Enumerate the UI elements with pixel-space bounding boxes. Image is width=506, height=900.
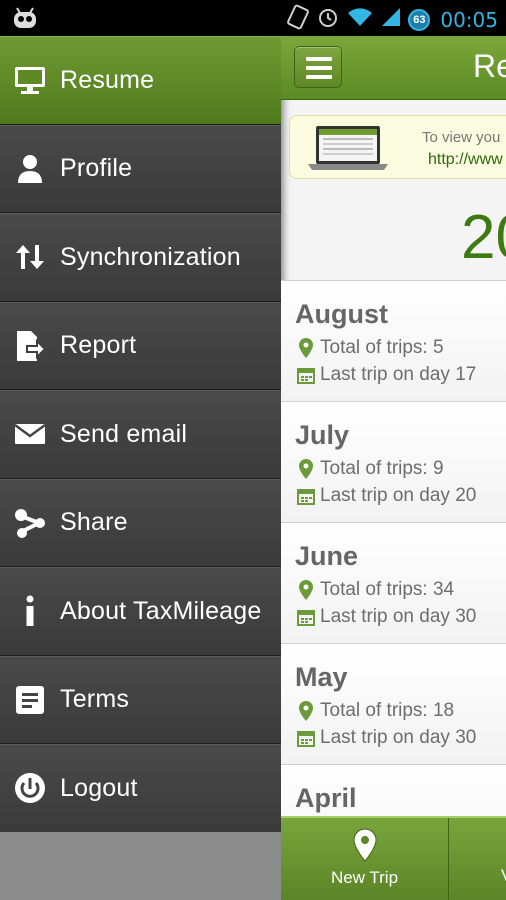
menu-toggle-button[interactable] xyxy=(294,46,342,88)
last-trip-row: Last trip on day 30 xyxy=(295,727,476,749)
trips-count: Total of trips: 18 xyxy=(320,700,455,721)
tab-label: New Trip xyxy=(330,868,399,887)
person-icon xyxy=(14,153,46,185)
page-title: Re xyxy=(473,48,506,84)
month-name: April xyxy=(295,783,357,813)
trips-count-row: Total of trips: 34 xyxy=(295,579,454,601)
last-trip-day: Last trip on day 30 xyxy=(320,727,477,748)
calendar-icon xyxy=(295,366,317,384)
trips-count: Total of trips: 34 xyxy=(320,579,455,600)
menu-label: Logout xyxy=(60,773,138,802)
last-trip-day: Last trip on day 17 xyxy=(320,364,477,385)
menu-item-send-email[interactable]: Send email xyxy=(0,390,281,479)
last-trip-row: Last trip on day 17 xyxy=(295,364,476,386)
menu-item-report[interactable]: Report xyxy=(0,301,281,390)
main-content: Re To view you http://www 20 August Tota… xyxy=(281,36,506,900)
last-trip-row: Last trip on day 30 xyxy=(295,606,476,628)
laptop-icon xyxy=(308,126,388,170)
terms-document-icon xyxy=(14,684,46,716)
sync-arrows-icon xyxy=(14,241,46,273)
year-heading: 20 xyxy=(461,203,506,272)
menu-item-synchronization[interactable]: Synchronization xyxy=(0,213,281,302)
menu-item-resume[interactable]: Resume xyxy=(0,36,281,125)
last-trip-row: Last trip on day 20 xyxy=(295,485,476,507)
report-export-icon xyxy=(14,330,46,362)
signal-icon xyxy=(380,6,402,33)
calendar-icon xyxy=(295,729,317,747)
menu-item-share[interactable]: Share xyxy=(0,478,281,567)
trips-count-row: Total of trips: 18 xyxy=(295,700,454,722)
drawer-empty-area xyxy=(0,832,281,900)
envelope-icon xyxy=(14,418,46,450)
menu-item-logout[interactable]: Logout xyxy=(0,744,281,833)
last-trip-day: Last trip on day 30 xyxy=(320,606,477,627)
action-bar: Re xyxy=(281,36,506,100)
menu-label: Share xyxy=(60,508,128,537)
banner-link[interactable]: http://www xyxy=(428,151,503,169)
menu-label: Send email xyxy=(60,419,188,448)
web-promo-banner[interactable]: To view you http://www xyxy=(289,115,506,179)
menu-label: Synchronization xyxy=(60,242,241,271)
battery-badge: 63 xyxy=(408,8,431,31)
trips-count: Total of trips: 9 xyxy=(320,458,444,479)
menu-label: Profile xyxy=(60,154,133,183)
screen-rotation-icon xyxy=(286,4,310,35)
month-name: May xyxy=(295,662,348,692)
monitor-icon xyxy=(14,64,46,96)
month-row-may[interactable]: May Total of trips: 18 Last trip on day … xyxy=(281,644,506,765)
menu-label: Terms xyxy=(60,685,130,714)
map-pin-icon xyxy=(295,580,317,600)
month-row-august[interactable]: August Total of trips: 5 Last trip on da… xyxy=(281,281,506,402)
menu-item-about[interactable]: About TaxMileage xyxy=(0,567,281,656)
menu-label: About TaxMileage xyxy=(60,596,262,625)
month-name: June xyxy=(295,541,359,571)
month-name: August xyxy=(295,299,388,329)
trips-count: Total of trips: 5 xyxy=(320,337,444,358)
calendar-icon xyxy=(295,608,317,626)
navigation-drawer: Resume Profile Synchronization Report Se… xyxy=(0,36,281,900)
menu-label: Resume xyxy=(60,65,155,94)
tab-label[interactable]: V xyxy=(501,866,506,886)
month-row-june[interactable]: June Total of trips: 34 Last trip on day… xyxy=(281,523,506,644)
calendar-icon xyxy=(295,487,317,505)
info-icon xyxy=(14,595,46,627)
menu-item-profile[interactable]: Profile xyxy=(0,124,281,213)
map-pin-icon xyxy=(295,701,317,721)
menu-item-terms[interactable]: Terms xyxy=(0,655,281,744)
trips-count-row: Total of trips: 9 xyxy=(295,458,444,480)
map-pin-icon xyxy=(295,459,317,479)
menu-label: Report xyxy=(60,331,137,360)
share-icon xyxy=(14,507,46,539)
bottom-tab-bar: New Trip V xyxy=(281,816,506,900)
banner-text: To view you xyxy=(422,129,501,146)
month-name: July xyxy=(295,420,350,450)
clock: 00:05 xyxy=(440,7,498,32)
map-pin-icon xyxy=(352,828,377,867)
map-pin-icon xyxy=(295,338,317,358)
tab-new-trip[interactable]: New Trip xyxy=(281,818,449,900)
wifi-icon xyxy=(346,6,374,33)
month-row-july[interactable]: July Total of trips: 9 Last trip on day … xyxy=(281,402,506,523)
android-robot-icon xyxy=(12,6,38,35)
trips-count-row: Total of trips: 5 xyxy=(295,337,444,359)
power-icon xyxy=(14,772,46,804)
alarm-icon xyxy=(316,5,340,34)
last-trip-day: Last trip on day 20 xyxy=(320,485,477,506)
status-bar: 63 00:05 xyxy=(0,0,506,36)
